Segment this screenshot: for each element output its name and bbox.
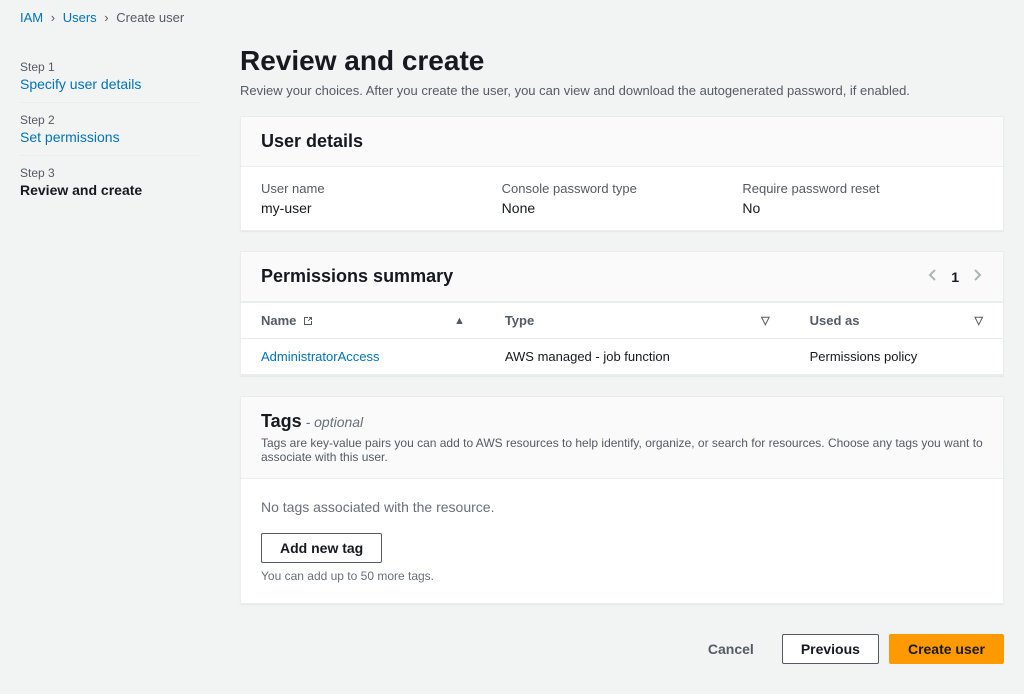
table-header-name[interactable]: Name ▲ [241,303,485,339]
detail-label-username: User name [261,181,502,196]
footer-actions: Cancel Previous Create user [240,624,1004,674]
policy-type: AWS managed - job function [485,339,790,375]
column-label: Used as [810,313,860,328]
table-header-type[interactable]: Type ▽ [485,303,790,339]
sort-icon: ▽ [761,314,769,327]
step-label: Step 2 [20,113,200,127]
add-new-tag-button[interactable]: Add new tag [261,533,382,563]
detail-label-password-reset: Require password reset [742,181,983,196]
sort-asc-icon: ▲ [454,315,465,327]
tags-hint: You can add up to 50 more tags. [261,569,983,583]
pagination: 1 [927,268,983,285]
wizard-steps-sidebar: Step 1 Specify user details Step 2 Set p… [20,30,220,674]
step-review-and-create: Review and create [20,180,200,198]
breadcrumb: IAM › Users › Create user [0,0,1024,30]
column-label: Name [261,313,296,328]
detail-value-username: my-user [261,200,502,216]
panel-heading: Tags [261,411,302,431]
tags-description: Tags are key-value pairs you can add to … [261,436,983,464]
pagination-page-number: 1 [951,269,959,285]
sort-icon: ▽ [975,314,983,327]
detail-value-password-reset: No [742,200,983,216]
no-tags-message: No tags associated with the resource. [261,499,983,515]
column-label: Type [505,313,534,328]
step-label: Step 1 [20,60,200,74]
panel-heading: User details [241,117,1003,167]
breadcrumb-users[interactable]: Users [63,10,97,25]
policy-used-as: Permissions policy [790,339,1003,375]
main-content: Review and create Review your choices. A… [220,30,1004,674]
table-row: AdministratorAccess AWS managed - job fu… [241,339,1003,375]
detail-value-password-type: None [502,200,743,216]
table-header-used-as[interactable]: Used as ▽ [790,303,1003,339]
page-subtitle: Review your choices. After you create th… [240,83,1004,98]
permissions-table: Name ▲ Type ▽ [241,302,1003,375]
step-label: Step 3 [20,166,200,180]
chevron-right-icon: › [104,10,108,25]
breadcrumb-iam[interactable]: IAM [20,10,43,25]
page-title: Review and create [240,45,1004,77]
user-details-panel: User details User name my-user Console p… [240,116,1004,231]
previous-button[interactable]: Previous [782,634,879,664]
step-specify-user-details[interactable]: Specify user details [20,74,200,92]
chevron-right-icon: › [51,10,55,25]
breadcrumb-current: Create user [116,10,184,25]
optional-label: - optional [302,414,363,430]
cancel-button[interactable]: Cancel [690,635,772,663]
panel-heading: Permissions summary [261,266,453,287]
step-set-permissions[interactable]: Set permissions [20,127,200,145]
pagination-prev-icon[interactable] [927,268,937,285]
policy-link[interactable]: AdministratorAccess [261,349,379,364]
external-link-icon [302,315,314,327]
detail-label-password-type: Console password type [502,181,743,196]
create-user-button[interactable]: Create user [889,634,1004,664]
permissions-summary-panel: Permissions summary 1 [240,251,1004,376]
tags-panel: Tags - optional Tags are key-value pairs… [240,396,1004,604]
pagination-next-icon[interactable] [973,268,983,285]
